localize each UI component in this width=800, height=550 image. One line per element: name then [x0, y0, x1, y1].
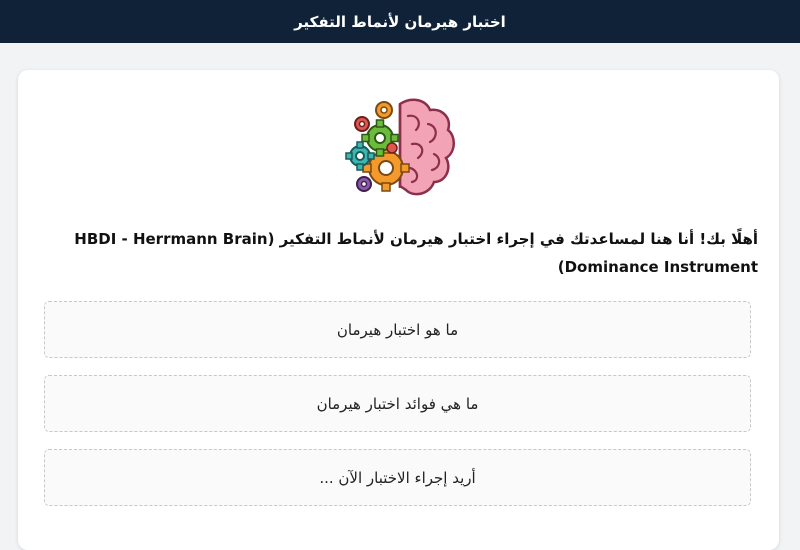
option-label: أريد إجراء الاختبار الآن ...: [319, 468, 476, 487]
option-start-test-now[interactable]: أريد إجراء الاختبار الآن ...: [44, 449, 751, 506]
brain-gears-icon: [345, 98, 455, 196]
option-herrmann-test-benefits[interactable]: ما هي فوائد اختبار هيرمان: [44, 375, 751, 432]
option-what-is-herrmann-test[interactable]: ما هو اختبار هيرمان: [44, 301, 751, 358]
chat-card: أهلًا بك! أنا هنا لمساعدتك في إجراء اختب…: [18, 70, 779, 550]
option-label: ما هو اختبار هيرمان: [336, 320, 459, 339]
welcome-message: أهلًا بك! أنا هنا لمساعدتك في إجراء اختب…: [74, 230, 758, 276]
app-title: اختبار هيرمان لأنماط التفكير: [294, 12, 506, 31]
option-label: ما هي فوائد اختبار هيرمان: [316, 394, 479, 413]
app-header: اختبار هيرمان لأنماط التفكير: [0, 0, 800, 43]
